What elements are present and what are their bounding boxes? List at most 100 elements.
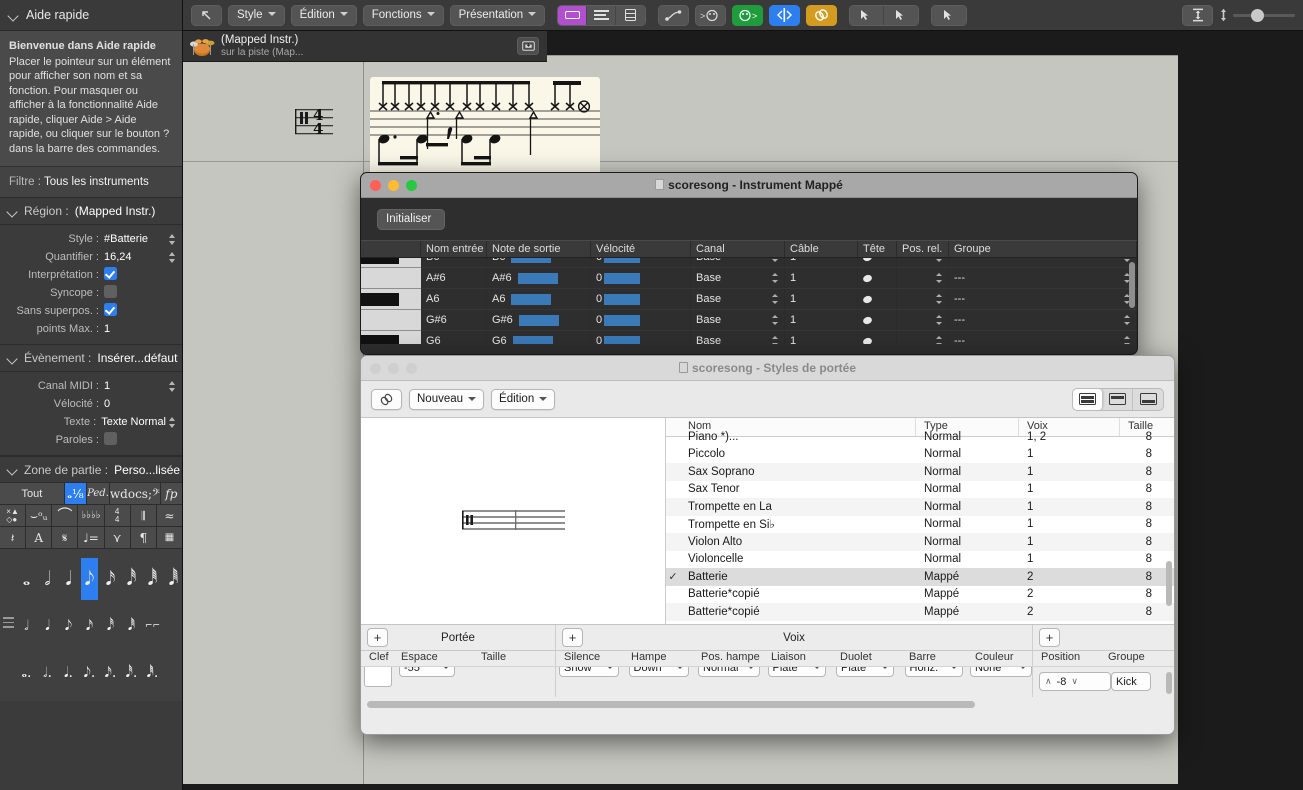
part-tab-noteheads[interactable]: ×▲ ◇● xyxy=(0,505,27,527)
stepper-icon[interactable] xyxy=(168,233,177,246)
cell-cable[interactable]: 1 xyxy=(785,268,858,288)
view-linear-button[interactable] xyxy=(587,5,617,25)
column-header-groupe[interactable]: Groupe xyxy=(1108,651,1174,666)
list-item[interactable]: Batterie*copié Mappé 2 8 xyxy=(666,603,1174,621)
flex-button[interactable] xyxy=(769,4,801,26)
column-header-groupe[interactable]: Groupe xyxy=(949,241,1137,257)
note-dotted-half[interactable]: 𝅗𝅥. xyxy=(39,652,56,694)
drag-handle-icon[interactable] xyxy=(3,617,14,629)
add-assignment-button[interactable]: + xyxy=(1039,628,1060,647)
column-header-hampe[interactable]: Hampe xyxy=(631,651,701,666)
cell-cable[interactable]: 1 xyxy=(785,258,858,267)
cell-tete[interactable] xyxy=(858,310,897,330)
property-row[interactable]: Style : #Batterie xyxy=(0,230,182,248)
stepper-icon[interactable] xyxy=(168,416,177,429)
part-tab-repeats[interactable]: 𝄋 xyxy=(52,527,79,549)
cell-velocite[interactable]: 0 xyxy=(591,289,691,309)
bottom-horizontal-scrollbar-thumb[interactable] xyxy=(367,700,975,708)
table-row[interactable]: G#6 G#6 0 Base 1 --- xyxy=(421,310,1137,331)
stepper-icon[interactable] xyxy=(1124,335,1132,344)
list-item[interactable]: Sax Soprano Normal 1 8 xyxy=(666,463,1174,481)
note-whole[interactable]: 𝅝 xyxy=(18,558,35,600)
note-eighth[interactable]: 𝅘𝅥𝅮 xyxy=(81,558,98,601)
cell-cable[interactable]: 1 xyxy=(785,331,858,344)
part-tab-clefs[interactable]: wdocs;𝄢 xyxy=(109,483,161,505)
note-triplet-32nd[interactable]: 𝅘𝅥𝅰 xyxy=(102,605,119,647)
cell-velocite[interactable]: 0 xyxy=(591,310,691,330)
column-header-position[interactable]: Position xyxy=(1038,651,1108,666)
cell-canal[interactable]: Base xyxy=(691,268,785,288)
interpretation-checkbox[interactable] xyxy=(104,267,117,281)
bottom-vertical-scrollbar[interactable] xyxy=(1166,672,1172,694)
column-header-pos-hampe[interactable]: Pos. hampe xyxy=(701,651,771,666)
cell-tete[interactable] xyxy=(858,268,897,288)
cell-cable[interactable]: 1 xyxy=(785,289,858,309)
cell-canal[interactable]: Base xyxy=(691,310,785,330)
chevron-down-icon[interactable]: ∧ xyxy=(1045,676,1052,687)
cell-tete[interactable] xyxy=(858,331,897,344)
table-row[interactable]: G6 G6 0 Base 1 --- xyxy=(421,331,1137,344)
stepper-icon[interactable] xyxy=(936,293,944,305)
cell-nom-entree[interactable]: G6 xyxy=(421,331,487,344)
stepper-icon[interactable] xyxy=(936,335,944,344)
view-page-button[interactable] xyxy=(558,5,588,25)
mapped-instrument-window[interactable]: scoresong - Instrument Mappé Initialiser… xyxy=(360,172,1138,355)
part-tab-notes[interactable]: 𝅝⅛ xyxy=(64,483,88,505)
cell-groupe[interactable]: --- xyxy=(949,289,1137,309)
cell-groupe[interactable]: --- xyxy=(949,310,1137,330)
add-voice-button[interactable]: + xyxy=(562,628,583,647)
view-mode-compact-button[interactable] xyxy=(1103,388,1133,410)
column-header-tete[interactable]: Tête xyxy=(858,241,897,257)
cell-nom-entree[interactable]: A6 xyxy=(421,289,487,309)
zoom-slider-knob[interactable] xyxy=(1251,8,1264,22)
automation-button[interactable] xyxy=(658,4,690,26)
midi-in-button[interactable]: > xyxy=(695,4,727,26)
alt-tool-selector[interactable] xyxy=(932,5,967,25)
staff-preview[interactable] xyxy=(361,418,666,624)
column-header-taille[interactable]: Taille xyxy=(481,651,551,666)
region-quantize-value[interactable]: 16,24 xyxy=(104,251,166,263)
column-header-note-de-sortie[interactable]: Note de sortie xyxy=(487,241,591,257)
stepper-icon[interactable] xyxy=(168,380,177,393)
stepper-icon[interactable] xyxy=(772,293,780,305)
column-header-silence[interactable]: Silence xyxy=(561,651,631,666)
nouveau-menu[interactable]: Nouveau xyxy=(409,388,485,410)
property-row[interactable]: Interprétation : xyxy=(0,266,182,284)
zoom-slider-track[interactable] xyxy=(1233,8,1295,22)
cell-note-de-sortie[interactable]: G#6 xyxy=(487,310,591,330)
note-32nd[interactable]: 𝅘𝅥𝅰 xyxy=(123,558,140,600)
view-mode-minimal-button[interactable] xyxy=(1133,389,1163,410)
note-dotted-quarter[interactable]: 𝅘𝅥. xyxy=(60,652,77,694)
column-header-espace[interactable]: Espace xyxy=(401,651,481,666)
part-tab-accidentals[interactable]: ♭♭♭♭ xyxy=(78,505,105,527)
cell-pos-rel[interactable] xyxy=(897,310,949,330)
cell-nom-entree[interactable]: G#6 xyxy=(421,310,487,330)
part-tab-bowing[interactable]: ⋎ xyxy=(104,527,131,549)
cell-note-de-sortie[interactable]: G6 xyxy=(487,331,591,344)
cell-pos-rel[interactable] xyxy=(897,268,949,288)
score-region[interactable] xyxy=(370,77,600,187)
property-row[interactable]: points Max. : 1 xyxy=(0,320,182,338)
part-tab-trills[interactable]: ≈ xyxy=(156,505,182,527)
stepper-icon[interactable] xyxy=(1124,314,1132,326)
cell-groupe[interactable]: --- xyxy=(949,258,1137,267)
stepper-icon[interactable] xyxy=(168,251,177,264)
style-menu[interactable]: Style xyxy=(228,4,285,26)
note-dotted-eighth[interactable]: 𝅘𝅥𝅮. xyxy=(81,652,98,694)
column-header-duolet[interactable]: Duolet xyxy=(840,651,909,666)
fit-vertical-button[interactable] xyxy=(1182,4,1213,26)
column-header-barre[interactable]: Barre xyxy=(909,651,975,666)
region-style-value[interactable]: #Batterie xyxy=(104,233,166,245)
silence-field[interactable]: Show xyxy=(559,667,619,677)
cell-canal[interactable]: Base xyxy=(691,331,785,344)
note-triplet-16th[interactable]: 𝅘𝅥𝅯 xyxy=(81,605,98,647)
cell-velocite[interactable]: 0 xyxy=(591,258,691,267)
styles-list-vertical-scrollbar[interactable] xyxy=(1166,561,1172,606)
cell-tete[interactable] xyxy=(858,258,897,267)
list-item[interactable]: ✓ Batterie Mappé 2 8 xyxy=(666,568,1174,586)
edition-menu[interactable]: Édition xyxy=(491,388,556,410)
note-dotted-64th[interactable]: 𝅘𝅥𝅱. xyxy=(144,652,161,694)
presentation-menu[interactable]: Présentation xyxy=(449,4,546,26)
track-header[interactable]: (Mapped Instr.) sur la piste (Map... xyxy=(183,31,547,62)
list-item[interactable]: Batterie*copié Mappé 2 8 xyxy=(666,586,1174,604)
